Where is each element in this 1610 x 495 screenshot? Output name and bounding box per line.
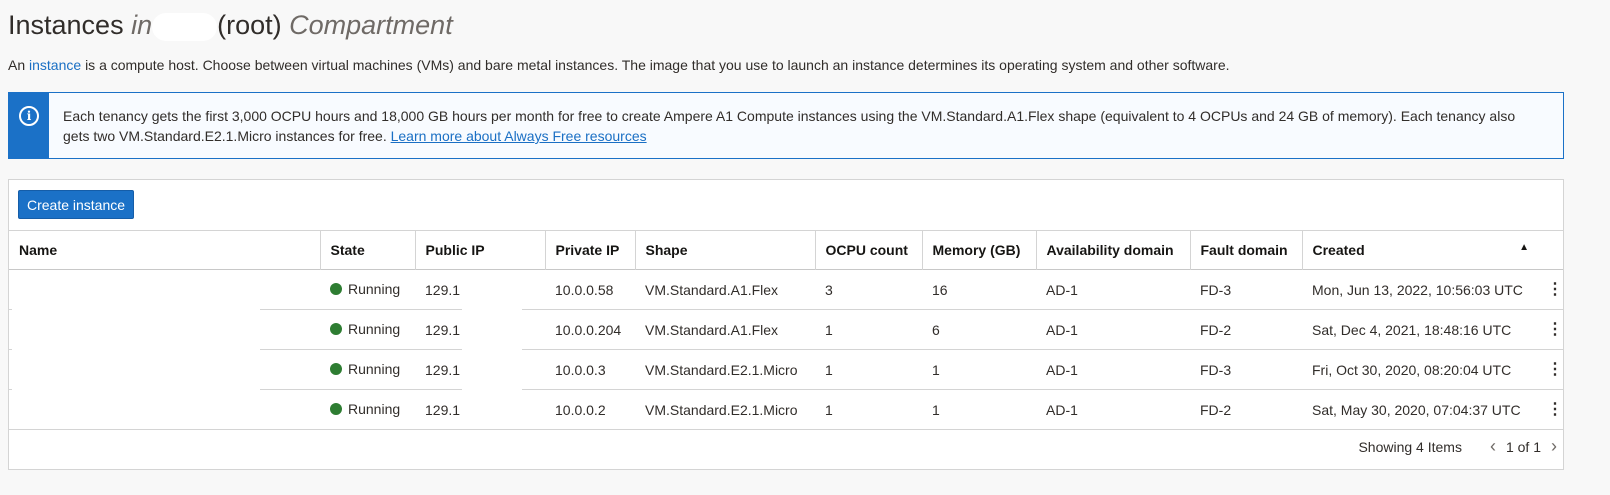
- page-title-compartment: Compartment: [289, 10, 453, 40]
- cell-fd: FD-2: [1200, 321, 1232, 338]
- column-header-state[interactable]: State: [320, 230, 416, 270]
- pagination: Showing 4 Items ‹ 1 of 1 ›: [1358, 436, 1557, 457]
- info-icon: i: [19, 106, 39, 126]
- cell-ocpu: 3: [825, 281, 833, 298]
- running-status-dot-icon: [330, 283, 342, 295]
- cell-state: Running: [320, 350, 415, 390]
- page-title-root: (root): [217, 10, 282, 40]
- column-header-fault-domain[interactable]: Fault domain: [1190, 230, 1303, 270]
- page-title-in: in: [131, 10, 153, 40]
- cell-created: Mon, Jun 13, 2022, 10:56:03 UTC ⋮: [1302, 270, 1563, 310]
- cell-created: Sat, May 30, 2020, 07:04:37 UTC ⋮: [1302, 390, 1563, 430]
- cell-shape: VM.Standard.A1.Flex: [645, 321, 779, 338]
- cell-ocpu: 1: [825, 321, 833, 338]
- cell-state: Running: [320, 310, 415, 350]
- free-tier-info-banner: i Each tenancy gets the first 3,000 OCPU…: [8, 92, 1564, 159]
- cell-fd: FD-3: [1200, 281, 1232, 298]
- cell-created: Sat, Dec 4, 2021, 18:48:16 UTC ⋮: [1302, 310, 1563, 350]
- cell-shape: VM.Standard.A1.Flex: [645, 281, 779, 298]
- status-badge: Running: [330, 361, 400, 377]
- row-actions-menu-icon[interactable]: ⋮: [1547, 401, 1563, 418]
- column-header-memory[interactable]: Memory (GB): [922, 230, 1037, 270]
- cell-state: Running: [320, 390, 415, 430]
- table-header-row: Name State Public IP Private IP Shape OC…: [9, 230, 1563, 270]
- status-label: Running: [348, 401, 401, 417]
- running-status-dot-icon: [330, 323, 342, 335]
- description-text: is a compute host. Choose between virtua…: [85, 57, 1230, 73]
- cell-ocpu: 1: [825, 401, 833, 418]
- cell-memory: 1: [932, 401, 940, 418]
- info-text: Each tenancy gets the first 3,000 OCPU h…: [63, 108, 1516, 144]
- status-badge: Running: [330, 321, 400, 337]
- info-banner-text: Each tenancy gets the first 3,000 OCPU h…: [63, 106, 1545, 146]
- cell-memory: 6: [932, 321, 940, 338]
- running-status-dot-icon: [330, 403, 342, 415]
- cell-ocpu: 1: [825, 361, 833, 378]
- redaction-names: [12, 270, 260, 428]
- cell-ad: AD-1: [1046, 281, 1078, 298]
- description-prefix: An: [8, 57, 26, 73]
- chevron-right-icon[interactable]: ›: [1551, 436, 1557, 457]
- page-title: Instances in (root) Compartment: [8, 10, 453, 41]
- column-header-ocpu[interactable]: OCPU count: [815, 230, 923, 270]
- cell-shape: VM.Standard.E2.1.Micro: [645, 401, 798, 418]
- cell-ad: AD-1: [1046, 401, 1078, 418]
- cell-fd: FD-2: [1200, 401, 1232, 418]
- sort-ascending-icon[interactable]: ▲: [1519, 242, 1529, 253]
- cell-ad: AD-1: [1046, 361, 1078, 378]
- created-value: Fri, Oct 30, 2020, 08:20:04 UTC: [1312, 361, 1512, 378]
- chevron-left-icon[interactable]: ‹: [1490, 436, 1496, 457]
- created-value: Sat, May 30, 2020, 07:04:37 UTC: [1312, 401, 1521, 418]
- created-header-label: Created: [1312, 242, 1365, 258]
- page-indicator: 1 of 1: [1505, 438, 1541, 455]
- always-free-link[interactable]: Learn more about Always Free resources: [391, 128, 647, 144]
- cell-private-ip: 10.0.0.58: [555, 281, 614, 298]
- cell-private-ip: 10.0.0.3: [555, 361, 606, 378]
- row-actions-menu-icon[interactable]: ⋮: [1547, 321, 1563, 338]
- column-header-availability-domain[interactable]: Availability domain: [1036, 230, 1191, 270]
- info-banner-bar: i: [9, 93, 49, 158]
- cell-state: Running: [320, 270, 415, 310]
- cell-created: Fri, Oct 30, 2020, 08:20:04 UTC ⋮: [1302, 350, 1563, 390]
- create-instance-button[interactable]: Create instance: [18, 190, 134, 219]
- page-title-main: Instances: [8, 10, 124, 40]
- column-header-created[interactable]: Created ▲: [1302, 231, 1563, 270]
- row-actions-menu-icon[interactable]: ⋮: [1547, 281, 1563, 298]
- column-header-name[interactable]: Name: [9, 230, 321, 270]
- page-description: An instance is a compute host. Choose be…: [8, 57, 1230, 73]
- cell-memory: 16: [932, 281, 948, 298]
- instance-help-link[interactable]: instance: [29, 57, 81, 73]
- status-label: Running: [348, 361, 401, 377]
- cell-private-ip: 10.0.0.2: [555, 401, 606, 418]
- redacted-compartment-name: [152, 12, 218, 41]
- cell-ad: AD-1: [1046, 321, 1078, 338]
- cell-shape: VM.Standard.E2.1.Micro: [645, 361, 798, 378]
- created-value: Sat, Dec 4, 2021, 18:48:16 UTC: [1312, 321, 1512, 338]
- row-actions-menu-icon[interactable]: ⋮: [1547, 361, 1563, 378]
- showing-count: Showing 4 Items: [1358, 438, 1462, 455]
- status-label: Running: [348, 321, 401, 337]
- column-header-public-ip[interactable]: Public IP: [415, 230, 546, 270]
- status-badge: Running: [330, 281, 400, 297]
- status-label: Running: [348, 281, 401, 297]
- column-header-shape[interactable]: Shape: [635, 230, 816, 270]
- created-value: Mon, Jun 13, 2022, 10:56:03 UTC: [1312, 281, 1523, 298]
- cell-memory: 1: [932, 361, 940, 378]
- running-status-dot-icon: [330, 363, 342, 375]
- cell-private-ip: 10.0.0.204: [555, 321, 622, 338]
- cell-fd: FD-3: [1200, 361, 1232, 378]
- status-badge: Running: [330, 401, 400, 417]
- column-header-private-ip[interactable]: Private IP: [545, 230, 636, 270]
- redaction-public-ips: [462, 270, 522, 428]
